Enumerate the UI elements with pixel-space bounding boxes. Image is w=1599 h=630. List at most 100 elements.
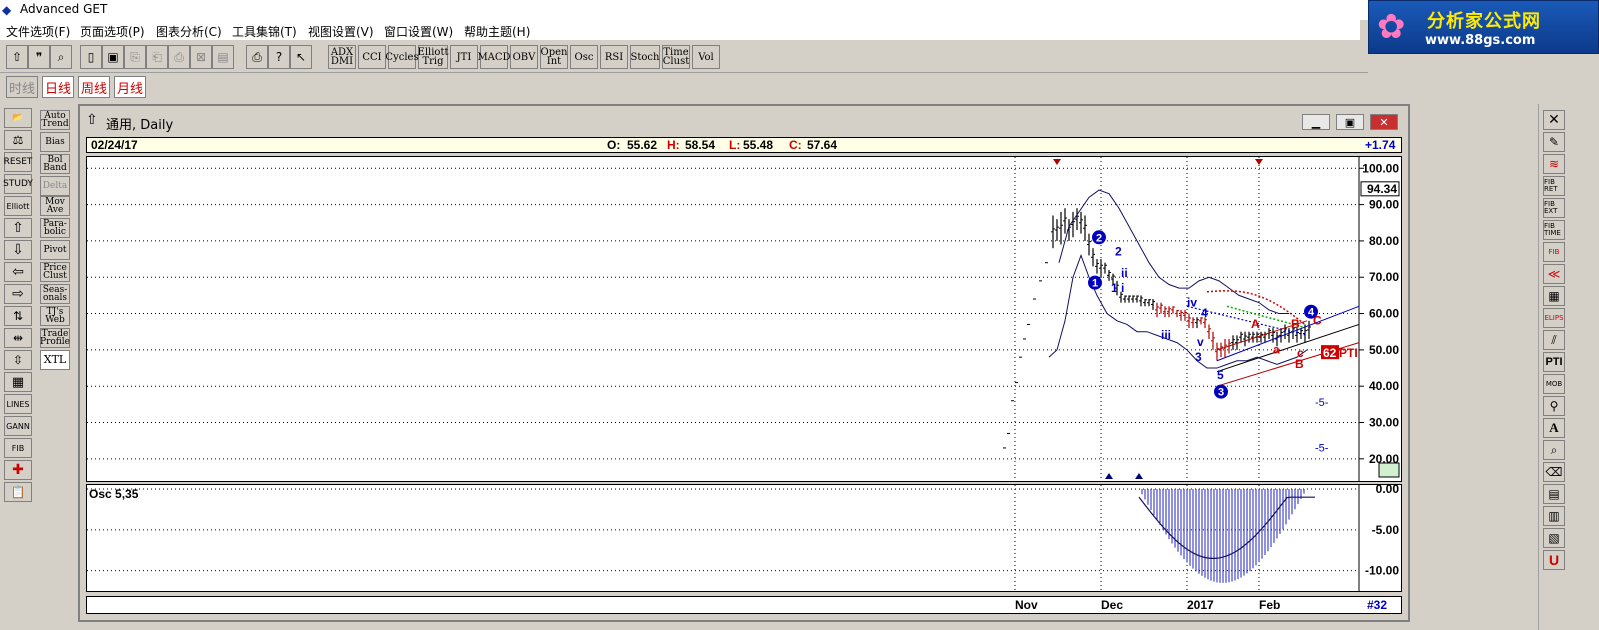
wave-label-C: C [1313, 313, 1322, 327]
paste-icon[interactable]: ⎗ [146, 45, 168, 69]
study-jti-button[interactable]: JTI [450, 45, 478, 69]
grid-tool-icon[interactable]: ▦ [1543, 286, 1565, 306]
reset-button[interactable]: RESET [4, 152, 32, 172]
balance-icon[interactable]: ⚖ [4, 130, 32, 150]
gann-label: GANN [6, 421, 30, 431]
copy-icon[interactable]: ⎘ [124, 45, 146, 69]
delta-button[interactable]: Delta [40, 176, 70, 196]
parabolic-button[interactable]: Para-bolic [40, 218, 70, 238]
study-osc-button[interactable]: Osc [570, 45, 598, 69]
arrow-up-icon[interactable]: ⇧ [4, 218, 32, 238]
quote-icon[interactable]: ❞ [28, 45, 50, 69]
mov-ave-button[interactable]: Mov Ave [40, 196, 70, 216]
tjs-web-button[interactable]: TJ's Web [40, 306, 70, 326]
open-folder-icon[interactable]: 📂 [4, 108, 32, 128]
oscillator-panel[interactable]: Osc 5,35 0.00 -5.00 -10.00 [86, 484, 1402, 592]
period-hourly-button[interactable]: 时线 [6, 76, 38, 98]
eraser-icon[interactable]: ⌫ [1543, 462, 1565, 482]
collapse-icon[interactable]: ⇳ [4, 350, 32, 370]
grid-icon[interactable]: ▦ [4, 372, 32, 392]
pti-button[interactable]: PTI [1543, 352, 1565, 372]
cursor-icon[interactable]: ⇧ [6, 45, 28, 69]
props-icon[interactable]: ▤ [212, 45, 234, 69]
cut-icon[interactable]: ⎙ [168, 45, 190, 69]
minimize-button[interactable]: ▁ [1302, 114, 1330, 130]
clipboard-icon[interactable]: 📋 [4, 482, 32, 502]
menu-view[interactable]: 视图设置(V) [308, 23, 374, 40]
menu-window[interactable]: 窗口设置(W) [384, 23, 453, 40]
study-cci-button[interactable]: CCI [358, 45, 386, 69]
auto-trend-button[interactable]: Auto Trend [40, 110, 70, 130]
gann-tool-button[interactable]: GANN [4, 416, 32, 436]
channel-icon[interactable]: ≋ [1543, 154, 1565, 174]
menu-file[interactable]: 文件选项(F) [6, 23, 70, 40]
context-help-icon[interactable]: ↖ [290, 45, 312, 69]
fib-ret-button[interactable]: FIB RET [1543, 176, 1565, 196]
save-icon[interactable]: ▣ [102, 45, 124, 69]
new-icon[interactable]: ▯ [80, 45, 102, 69]
xtl-button[interactable]: XTL [40, 350, 70, 370]
arrow-left-icon[interactable]: ⇦ [4, 262, 32, 282]
menu-tools[interactable]: 工具集锦(T) [232, 23, 297, 40]
swap-icon[interactable]: ⇅ [4, 306, 32, 326]
info-close: 57.64 [807, 138, 838, 152]
calendar-icon[interactable]: ▥ [1543, 506, 1565, 526]
arrow-down-icon[interactable]: ⇩ [4, 240, 32, 260]
seasonals-button[interactable]: Seas-onals [40, 284, 70, 304]
magnet-icon[interactable]: U [1543, 550, 1565, 570]
study-tool-button[interactable]: STUDY [3, 174, 33, 194]
delete-icon[interactable]: ⊠ [190, 45, 212, 69]
study-time-clust-button[interactable]: Time Clust [662, 45, 690, 69]
elips-button[interactable]: ELIPS [1543, 308, 1565, 328]
menu-help[interactable]: 帮助主题(H) [464, 23, 530, 40]
layers-icon[interactable]: ▧ [1543, 528, 1565, 548]
bias-button[interactable]: Bias [40, 132, 70, 152]
study-cycles-button[interactable]: Cycles [385, 45, 419, 69]
pivot-button[interactable]: Pivot [40, 240, 70, 260]
price-clust-button[interactable]: Price Clust [40, 262, 70, 282]
bottom-marker-blue [1105, 473, 1113, 479]
wave-label-B2: B [1295, 357, 1304, 371]
fan-icon[interactable]: ≪ [1543, 264, 1565, 284]
period-monthly-button[interactable]: 月线 [114, 76, 146, 98]
period-weekly-button[interactable]: 周线 [78, 76, 110, 98]
pencil-icon[interactable]: ✎ [1543, 132, 1565, 152]
wave-label-1: 1 [1111, 281, 1118, 295]
bol-band-button[interactable]: Bol Band [40, 154, 70, 174]
magnify-icon[interactable]: ⌕ [1543, 440, 1565, 460]
table-icon[interactable]: ▤ [1543, 484, 1565, 504]
fib-time-button[interactable]: FIB TIME [1543, 220, 1565, 240]
study-elliott-trig-button[interactable]: Elliott Trig [418, 45, 448, 69]
lines-tool-button[interactable]: LINES [4, 394, 32, 414]
study-rsi-button[interactable]: RSI [600, 45, 628, 69]
arrow-right-icon[interactable]: ⇨ [4, 284, 32, 304]
maximize-button[interactable]: ▣ [1336, 114, 1364, 130]
study-open-int-button[interactable]: Open Int [540, 45, 568, 69]
text-tool-button[interactable]: A [1543, 418, 1565, 438]
study-stoch-button[interactable]: Stoch [630, 45, 660, 69]
last-price-label: 94.34 [1367, 182, 1397, 196]
close-button[interactable]: ✕ [1370, 114, 1398, 130]
close-tool-icon[interactable]: ✕ [1543, 110, 1565, 130]
crosshair-icon[interactable]: ✚ [4, 460, 32, 480]
price-chart[interactable]: 100.00 90.00 80.00 70.00 60.00 50.00 40.00 30.0… [86, 156, 1402, 482]
expand-icon[interactable]: ⇹ [4, 328, 32, 348]
menu-chart-analysis[interactable]: 图表分析(C) [156, 23, 222, 40]
period-daily-button[interactable]: 日线 [42, 76, 74, 98]
menu-page[interactable]: 页面选项(P) [80, 23, 145, 40]
zoom-tool-icon[interactable]: ⚲ [1543, 396, 1565, 416]
fib-arc-button[interactable]: FIB [1543, 242, 1565, 262]
zoom-icon[interactable]: ⌕ [50, 45, 72, 69]
parallel-icon[interactable]: ⫽ [1543, 330, 1565, 350]
study-obv-button[interactable]: OBV [510, 45, 538, 69]
study-vol-button[interactable]: Vol [692, 45, 720, 69]
print-icon[interactable]: ⎙ [246, 45, 268, 69]
fib-tool-button[interactable]: FIB [4, 438, 32, 458]
study-adx-button[interactable]: ADX DMI [328, 45, 356, 69]
mob-button[interactable]: MOB [1543, 374, 1565, 394]
trade-profile-button[interactable]: Trade Profile [40, 328, 70, 348]
fib-ext-button[interactable]: FIB EXT [1543, 198, 1565, 218]
study-macd-button[interactable]: MACD [477, 45, 511, 69]
help-icon[interactable]: ? [268, 45, 290, 69]
elliott-tool-button[interactable]: Elliott [4, 196, 32, 216]
